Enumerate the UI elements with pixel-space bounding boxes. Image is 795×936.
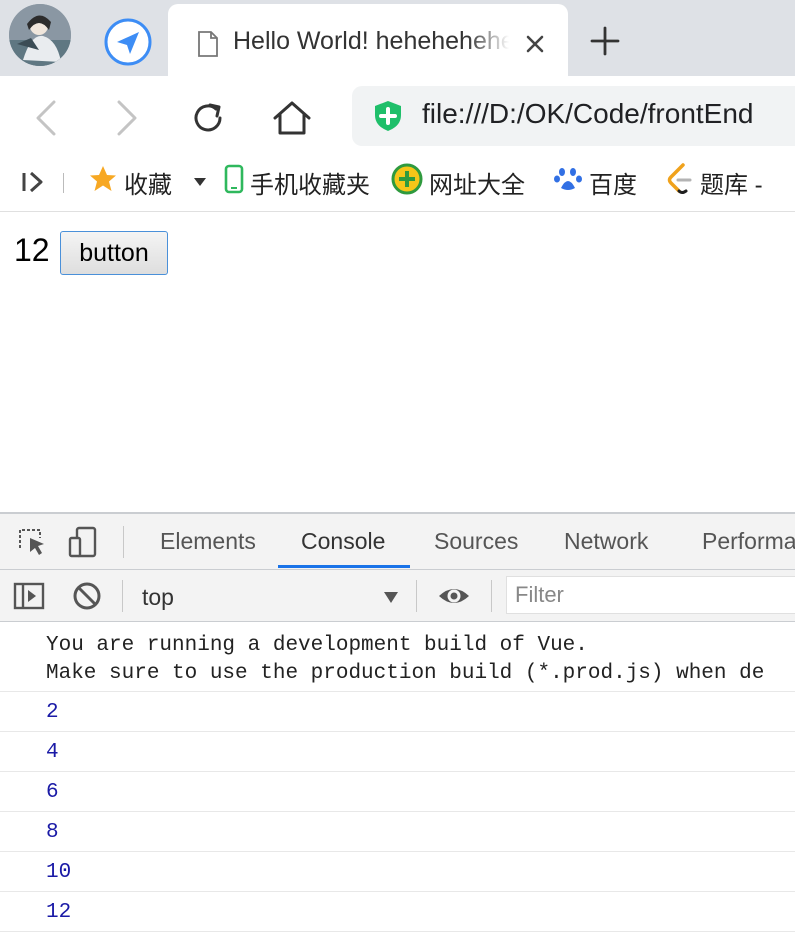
bookmark-label: 题库 -	[700, 171, 763, 199]
bookmark-favorites[interactable]: 收藏	[88, 164, 172, 200]
log-value: 6	[46, 781, 59, 804]
console-line: You are running a development build of V…	[46, 634, 588, 657]
security-shield-icon[interactable]	[373, 100, 403, 132]
bookmark-baidu[interactable]: 百度	[553, 164, 637, 200]
tab-performance[interactable]: Performa	[702, 528, 795, 555]
browser-extension-icon[interactable]	[103, 17, 153, 67]
tab-elements[interactable]: Elements	[160, 528, 256, 555]
reload-icon	[194, 103, 222, 132]
log-value: 8	[46, 821, 59, 844]
console-log-entry: 2	[0, 692, 795, 732]
address-bar[interactable]: file:///D:/OK/Code/frontEnd	[352, 86, 795, 146]
reload-button[interactable]	[180, 90, 236, 146]
divider	[63, 173, 64, 193]
log-value: 12	[46, 901, 72, 924]
tab-console[interactable]: Console	[301, 528, 385, 555]
bookmark-label: 百度	[589, 171, 637, 199]
phone-icon	[224, 164, 244, 201]
bookmark-sites[interactable]: 网址大全	[391, 163, 525, 202]
console-log-entry: 12	[0, 892, 795, 932]
log-value: 10	[46, 861, 72, 884]
sidebar-toggle-icon[interactable]	[20, 169, 46, 195]
leetcode-icon	[666, 162, 694, 202]
home-icon	[273, 101, 311, 135]
console-toolbar: top	[0, 570, 795, 622]
tab-network[interactable]: Network	[564, 528, 648, 555]
plus-icon	[590, 26, 620, 56]
bookmark-label: 网址大全	[429, 171, 525, 199]
browser-tab-active[interactable]: Hello World! hehehehehe	[168, 4, 568, 76]
active-tab-indicator	[278, 565, 410, 568]
console-line: Make sure to use the production build (*…	[46, 662, 765, 685]
new-tab-button[interactable]	[588, 24, 622, 58]
console-log-entry: 10	[0, 852, 795, 892]
devtools-tab-bar: Elements Console Sources Network Perform…	[0, 514, 795, 570]
eye-icon[interactable]	[437, 580, 469, 612]
console-message-vue-warning: You are running a development build of V…	[0, 624, 795, 692]
tab-title: Hello World! hehehehehe	[233, 27, 509, 55]
divider	[491, 580, 492, 612]
console-log-entry: 6	[0, 772, 795, 812]
page-content: 12 button	[0, 213, 795, 512]
chevron-left-icon	[36, 100, 56, 136]
divider	[122, 580, 123, 612]
log-value: 4	[46, 741, 59, 764]
caret-down-icon[interactable]	[384, 592, 398, 603]
tab-sources[interactable]: Sources	[434, 528, 518, 555]
context-selector[interactable]: top	[142, 584, 174, 611]
bookmark-label: 收藏	[124, 171, 172, 199]
filter-input[interactable]	[507, 577, 795, 613]
console-log-entry: 4	[0, 732, 795, 772]
increment-button[interactable]: button	[60, 231, 168, 275]
divider	[123, 526, 124, 558]
page-icon	[198, 31, 218, 57]
caret-down-icon	[194, 178, 206, 186]
back-button[interactable]	[18, 90, 74, 146]
filter-field[interactable]	[506, 576, 795, 614]
show-sidebar-icon[interactable]	[13, 580, 45, 612]
clear-console-icon[interactable]	[71, 580, 103, 612]
bookmark-leetcode[interactable]: 题库 -	[666, 162, 763, 202]
close-tab-icon[interactable]	[523, 32, 547, 56]
devtools-panel: Elements Console Sources Network Perform…	[0, 512, 795, 936]
bookmark-label: 手机收藏夹	[250, 171, 370, 199]
favorites-dropdown[interactable]	[193, 164, 207, 200]
device-toolbar-icon[interactable]	[67, 526, 99, 558]
chevron-right-icon	[117, 100, 137, 136]
console-output: You are running a development build of V…	[0, 624, 795, 932]
inspect-element-icon[interactable]	[16, 526, 48, 558]
forward-button[interactable]	[99, 90, 155, 146]
log-value: 2	[46, 701, 59, 724]
tab-strip: Hello World! hehehehehe	[0, 0, 795, 76]
paw-icon	[553, 164, 583, 201]
star-icon	[88, 164, 118, 201]
divider	[416, 580, 417, 612]
browser-toolbar: file:///D:/OK/Code/frontEnd	[0, 76, 795, 154]
bookmarks-bar: 收藏 手机收藏夹 网址大全 百度 题库 -	[0, 154, 795, 212]
home-button[interactable]	[264, 90, 320, 146]
console-log-entry: 8	[0, 812, 795, 852]
avatar-image	[9, 4, 71, 66]
counter-value: 12	[14, 232, 50, 268]
plus-circle-icon	[391, 163, 423, 202]
bookmark-mobile[interactable]: 手机收藏夹	[224, 164, 370, 200]
address-url[interactable]: file:///D:/OK/Code/frontEnd	[422, 98, 754, 130]
profile-avatar[interactable]	[9, 4, 71, 66]
